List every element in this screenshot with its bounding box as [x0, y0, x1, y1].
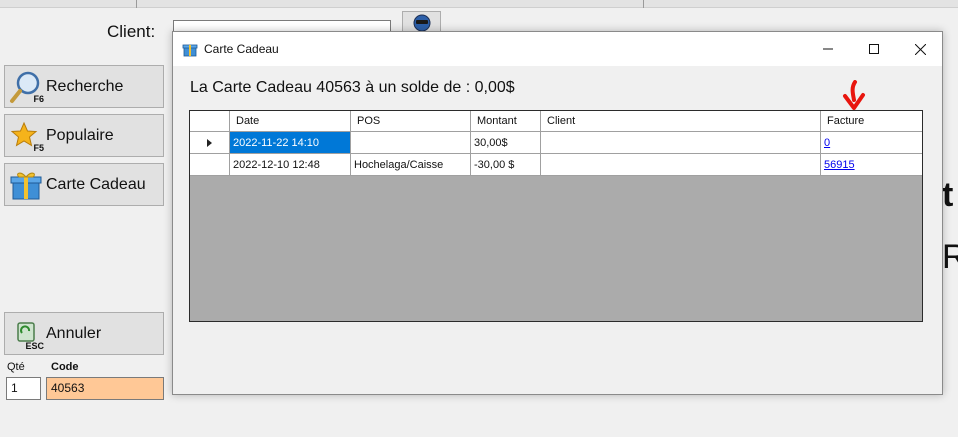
row-header-corner [190, 111, 230, 132]
client-cell[interactable] [541, 132, 821, 154]
table-row[interactable]: 2022-12-10 12:48 Hochelaga/Caisse -30,00… [190, 154, 922, 176]
current-row-icon [207, 138, 212, 147]
minimize-button[interactable] [805, 32, 851, 66]
table-row[interactable]: 2022-11-22 14:10 30,00$ 0 [190, 132, 922, 154]
close-icon [914, 43, 926, 55]
divider [136, 0, 137, 8]
invoice-cell[interactable]: 0 [821, 132, 922, 154]
column-header-invoice[interactable]: Facture [821, 111, 922, 132]
amount-cell[interactable]: -30,00 $ [471, 154, 541, 176]
row-header[interactable] [190, 132, 230, 154]
background-text: R [942, 238, 958, 276]
popular-button-label: Populaire [46, 126, 114, 144]
esc-key-label: ESC [25, 340, 44, 351]
quantity-label: Qté [7, 361, 25, 373]
cancel-button[interactable]: ESC Annuler [4, 312, 164, 355]
code-label: Code [51, 361, 79, 373]
dialog-titlebar[interactable]: Carte Cadeau [173, 32, 942, 66]
gift-icon [182, 41, 198, 57]
client-cell[interactable] [541, 154, 821, 176]
background-text: t [942, 176, 954, 214]
column-header-client[interactable]: Client [541, 111, 821, 132]
f6-key-label: F6 [33, 93, 44, 104]
amount-cell[interactable]: 30,00$ [471, 132, 541, 154]
search-button[interactable]: F6 Recherche [4, 65, 164, 108]
column-header-date[interactable]: Date [230, 111, 351, 132]
column-header-amount[interactable]: Montant [471, 111, 541, 132]
gift-card-dialog: Carte Cadeau La Carte Cadeau 40563 à un … [172, 31, 943, 395]
date-cell[interactable]: 2022-11-22 14:10 [230, 132, 351, 154]
arrow-down-icon [843, 80, 865, 110]
dialog-title: Carte Cadeau [204, 42, 279, 56]
grid-header: Date POS Montant Client Facture [190, 111, 922, 132]
row-header[interactable] [190, 154, 230, 176]
cancel-button-label: Annuler [46, 324, 102, 342]
pos-cell[interactable]: Hochelaga/Caisse [351, 154, 471, 176]
code-input[interactable]: 40563 [46, 377, 164, 400]
maximize-button[interactable] [851, 32, 897, 66]
transactions-grid[interactable]: Date POS Montant Client Facture 2022-11-… [189, 110, 923, 322]
column-header-pos[interactable]: POS [351, 111, 471, 132]
invoice-link[interactable]: 56915 [824, 159, 855, 171]
balance-text: La Carte Cadeau 40563 à un solde de : 0,… [190, 79, 515, 96]
invoice-cell[interactable]: 56915 [821, 154, 922, 176]
star-icon: F5 [8, 118, 44, 154]
search-button-label: Recherche [46, 77, 124, 95]
gift-card-button-label: Carte Cadeau [46, 175, 146, 193]
maximize-icon [869, 44, 879, 54]
popular-button[interactable]: F5 Populaire [4, 114, 164, 157]
divider [643, 0, 644, 8]
gift-card-button[interactable]: Carte Cadeau [4, 163, 164, 206]
recycle-bin-icon: ESC [8, 316, 44, 352]
minimize-icon [823, 48, 833, 50]
invoice-link[interactable]: 0 [824, 137, 830, 149]
top-strip [0, 0, 958, 8]
client-label: Client: [107, 22, 156, 41]
date-cell[interactable]: 2022-12-10 12:48 [230, 154, 351, 176]
magnifier-icon: F6 [8, 69, 44, 105]
f5-key-label: F5 [33, 142, 44, 153]
pos-cell[interactable] [351, 132, 471, 154]
quantity-input[interactable]: 1 [6, 377, 41, 400]
close-button[interactable] [897, 32, 943, 66]
gift-icon [8, 167, 44, 203]
